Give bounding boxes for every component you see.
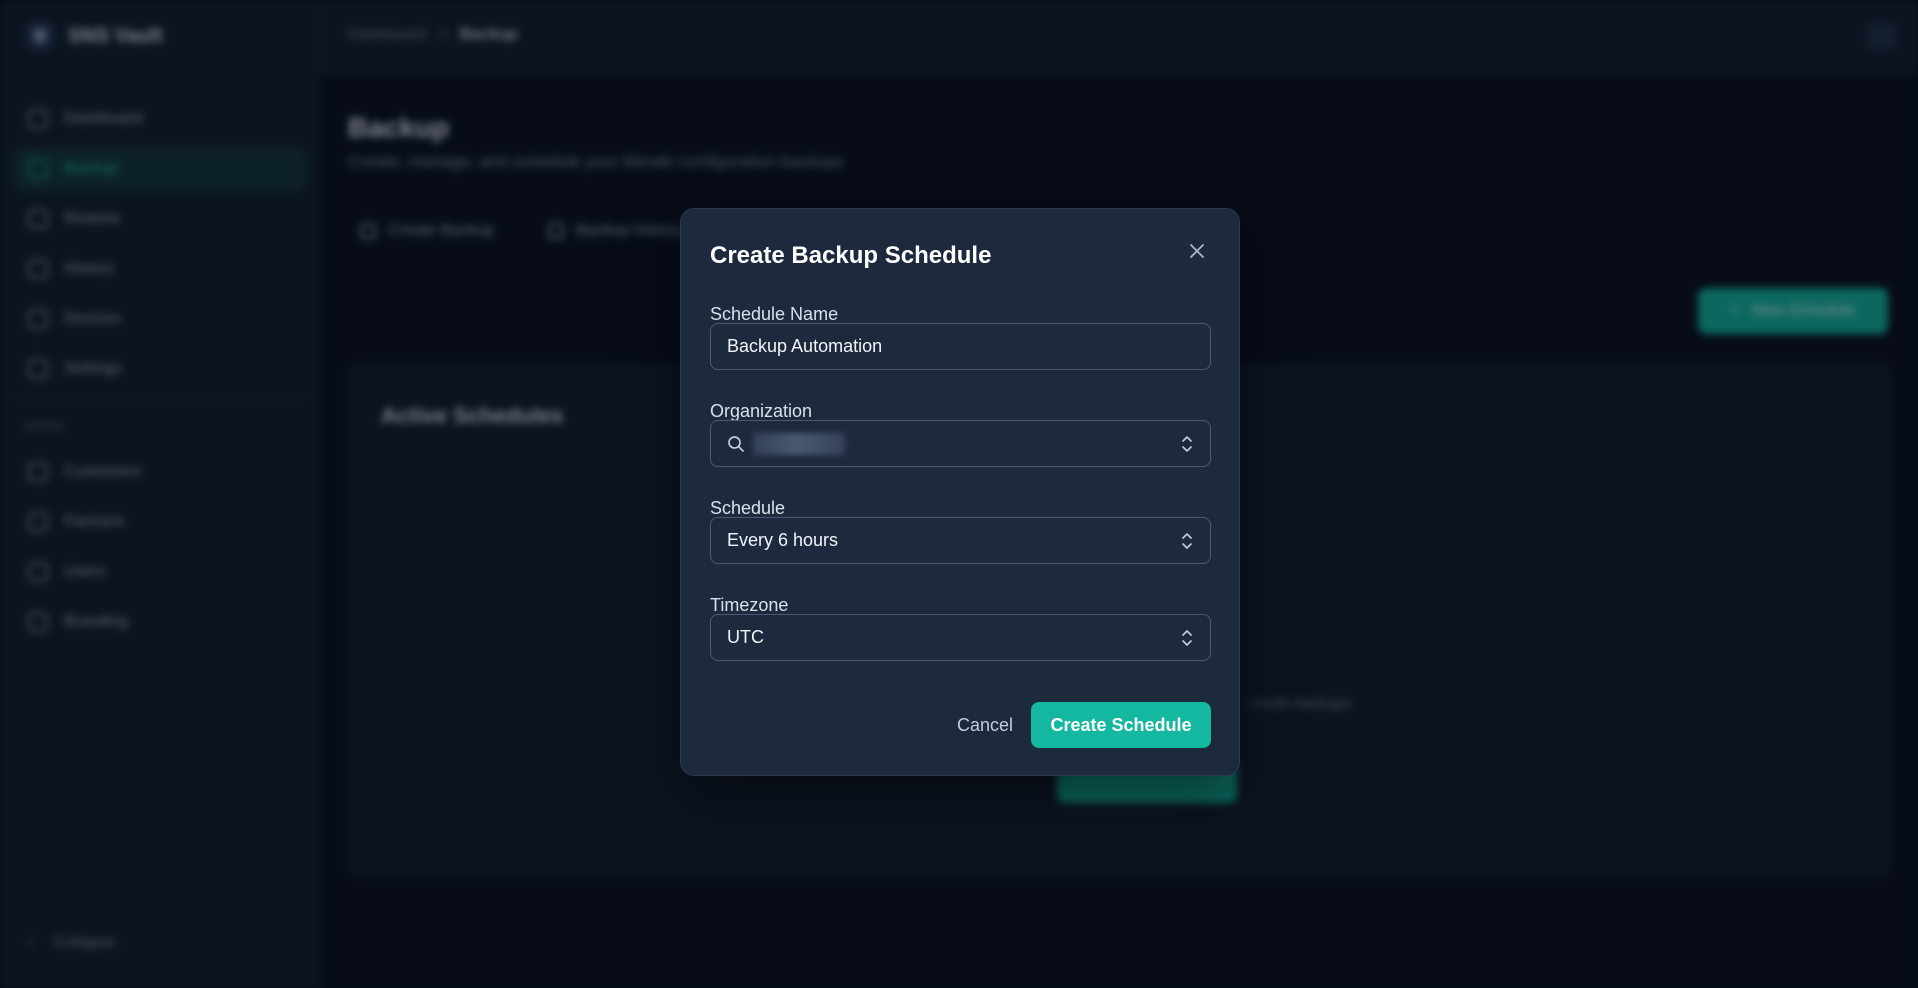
chevron-up-down-icon [1180,433,1194,460]
create-schedule-button[interactable]: Create Schedule [1031,702,1211,748]
schedule-name-input[interactable] [727,336,1194,357]
timezone-label: Timezone [710,595,789,615]
timezone-select[interactable]: UTC [710,614,1211,661]
organization-combobox[interactable] [710,420,1211,467]
timezone-selected-value: UTC [727,627,764,647]
schedule-selected-value: Every 6 hours [727,530,839,550]
cancel-button[interactable]: Cancel [929,702,1041,748]
close-button[interactable] [1185,239,1209,263]
organization-label: Organization [710,401,813,421]
chevron-up-down-icon [1180,627,1194,654]
create-backup-schedule-dialog: Create Backup Schedule Schedule Name Org… [680,208,1240,776]
schedule-name-field[interactable] [710,323,1211,370]
dialog-title: Create Backup Schedule [710,242,992,269]
schedule-select[interactable]: Every 6 hours [710,517,1211,564]
close-icon [1190,244,1204,258]
search-icon [727,435,745,453]
organization-value-redacted [753,432,845,455]
schedule-label: Schedule [710,498,786,518]
chevron-up-down-icon [1180,530,1194,557]
schedule-name-label: Schedule Name [710,304,839,324]
